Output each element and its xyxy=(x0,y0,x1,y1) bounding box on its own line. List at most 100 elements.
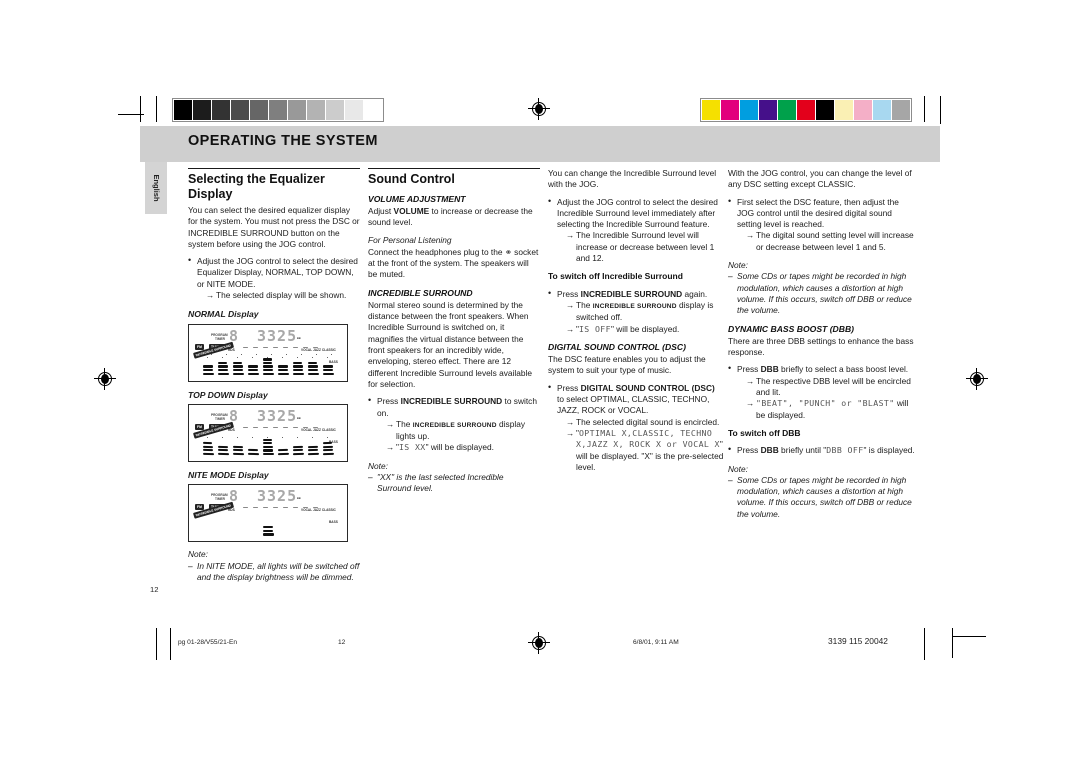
calibration-swatch-5 xyxy=(269,100,287,120)
lcd-eq-dot xyxy=(207,356,209,359)
lcd-eq-baseline: ▬▬ xyxy=(247,539,262,543)
volume-button-name: VOLUME xyxy=(393,205,430,216)
lcd-eq-dot xyxy=(286,353,288,356)
incredible-surround-bullets: Press INCREDIBLE SURROUND to switch on. … xyxy=(368,395,540,454)
lcd-dash-segment xyxy=(293,346,298,348)
lcd-eq-dot xyxy=(241,353,243,356)
lcd-eq-baseline: ▬▬▬▬▬▬▬ xyxy=(203,378,268,382)
list-item: Press INCREDIBLE SURROUND again. The INC… xyxy=(548,288,724,335)
arrow-note: The digital sound setting level will inc… xyxy=(746,230,918,253)
grayscale-calibration-bar xyxy=(172,98,384,122)
calibration-swatch-3 xyxy=(759,100,777,120)
lcd-eq-bar xyxy=(203,365,213,368)
lcd-eq-dot xyxy=(312,356,314,359)
column-2: Sound Control VOLUME ADJUSTMENT Adjust V… xyxy=(368,168,540,495)
calibration-swatch-10 xyxy=(364,100,382,120)
lcd-illustration-normal: PROGRAMTIMER83325■■FMTUNERRDSVOCAL JAZZ … xyxy=(188,323,348,382)
lcd-dash-segment xyxy=(263,346,268,348)
lcd-dash-segment xyxy=(293,426,298,429)
lcd-eq-dot xyxy=(297,356,299,359)
lcd-eq-bar xyxy=(202,441,213,445)
crop-line-left-top xyxy=(140,96,141,122)
equalizer-intro-text: You can select the desired equalizer dis… xyxy=(188,205,360,249)
lcd-readout-dbb-off: DBB OFF xyxy=(826,445,864,456)
calibration-swatch-8 xyxy=(854,100,872,120)
bullet-text: Adjust the JOG control to select the des… xyxy=(197,256,358,289)
lcd-eq-bar xyxy=(263,445,273,449)
lcd-digit-track: 3325 xyxy=(257,406,298,425)
lcd-digit-track: 3325 xyxy=(257,487,298,506)
lcd-eq-dot xyxy=(237,436,239,439)
lcd-eq-bar xyxy=(263,449,274,452)
calibration-swatch-6 xyxy=(288,100,306,120)
lcd-eq-dot xyxy=(297,436,299,439)
lcd-eq-bar xyxy=(263,452,274,456)
crop-line-right-bottom xyxy=(924,628,925,660)
calibration-swatch-9 xyxy=(345,100,363,120)
personal-text-a: Connect the headphones plug to the xyxy=(368,246,505,257)
dsc-button-name: DIGITAL SOUND CONTROL xyxy=(580,382,690,393)
arrow-text-b: " will be displayed. xyxy=(610,323,680,334)
lcd-digit-source: 8 xyxy=(229,326,239,345)
lcd-eq-bar xyxy=(263,369,274,372)
note-block-is: Note: "XX" is the last selected Incredib… xyxy=(368,461,540,495)
note-label: Note: xyxy=(728,463,748,474)
lcd-dash-segment xyxy=(253,507,258,509)
page-header-band: OPERATING THE SYSTEM xyxy=(140,126,940,162)
bullet-text-a: Press xyxy=(737,364,761,375)
lcd-eq-bar xyxy=(323,365,333,368)
lcd-eq-bar xyxy=(218,369,229,372)
lcd-label-track-suffix: ■■ xyxy=(297,496,301,501)
list-item: Press INCREDIBLE SURROUND to switch on. … xyxy=(368,395,540,454)
footer-timestamp: 6/8/01, 9:11 AM xyxy=(633,639,679,646)
lcd-eq-bar xyxy=(277,452,290,456)
bullet-text-b: again. xyxy=(682,288,708,299)
subheading-dbb: DYNAMIC BASS BOOST (DBB) xyxy=(728,323,855,334)
label-nitemode-display: NITE MODE Display xyxy=(188,469,269,480)
bullet-text-b: briefly to select a bass boost level. xyxy=(778,364,909,375)
crop-line-right-vert xyxy=(940,96,941,124)
lcd-label-track-suffix: ■■ xyxy=(297,335,301,340)
lcd-eq-dot xyxy=(252,356,254,359)
calibration-swatch-0 xyxy=(174,100,192,120)
lcd-eq-bar xyxy=(292,452,305,456)
lcd-eq-bar xyxy=(322,449,334,452)
calibration-swatch-2 xyxy=(740,100,758,120)
footer-doc-code: 3139 115 20042 xyxy=(828,636,888,646)
note-text: "XX" is the last selected Incredible Sur… xyxy=(368,472,540,495)
section-heading-equalizer: Selecting the Equalizer Display xyxy=(188,172,325,201)
lcd-eq-bar xyxy=(233,361,243,365)
dbb-bullets: Press DBB briefly to select a bass boost… xyxy=(728,363,918,420)
lcd-eq-bar xyxy=(202,445,213,449)
dbb-button-name: DBB xyxy=(760,364,779,375)
lcd-dash-segment xyxy=(293,507,298,509)
list-item: Adjust the JOG control to select the des… xyxy=(548,196,724,265)
note-block-nitemode: Note: In NITE MODE, all lights will be s… xyxy=(188,549,360,583)
subheading-switch-off-dbb: To switch off DBB xyxy=(728,427,801,438)
note-text: In NITE MODE, all lights will be switche… xyxy=(188,561,360,584)
lcd-eq-bar xyxy=(263,361,273,365)
dsc-bullets: Press DIGITAL SOUND CONTROL (DSC) to sel… xyxy=(548,382,724,473)
lcd-eq-bar xyxy=(308,372,319,375)
lcd-readout-dsc-modes: OPTIMAL X,CLASSIC, TECHNO X,JAZZ X, ROCK… xyxy=(576,427,720,450)
is-indicator-name: INCREDIBLE SURROUND xyxy=(412,421,497,429)
label-topdown-display: TOP DOWN Display xyxy=(188,389,268,400)
bullet-text: First select the DSC feature, then adjus… xyxy=(737,196,899,230)
list-item: Press DBB briefly until "DBB OFF" is dis… xyxy=(728,444,918,456)
lcd-label-bass: BASS xyxy=(329,520,338,525)
arrow-note-1: The respective DBB level will be encircl… xyxy=(746,376,918,399)
equalizer-bullet-list: Adjust the JOG control to select the des… xyxy=(188,255,360,301)
list-item: Press DBB briefly to select a bass boost… xyxy=(728,363,918,420)
calibration-swatch-1 xyxy=(721,100,739,120)
note-text: Some CDs or tapes might be recorded in h… xyxy=(728,271,918,316)
arrow-note-2: "IS XX" will be displayed. xyxy=(386,442,540,454)
arrow-text-a: The xyxy=(576,299,593,310)
arrow-note: The Incredible Surround level will incre… xyxy=(566,230,724,264)
switch-off-is-bullets: Press INCREDIBLE SURROUND again. The INC… xyxy=(548,288,724,335)
lcd-eq-bar xyxy=(247,449,259,452)
footer-page: 12 xyxy=(338,639,346,646)
personal-listening-text: Connect the headphones plug to the ⚭ soc… xyxy=(368,247,540,281)
lcd-dash-segment xyxy=(253,346,258,348)
arrow-note-1: The selected digital sound is encircled. xyxy=(566,417,724,429)
switch-off-dbb-bullets: Press DBB briefly until "DBB OFF" is dis… xyxy=(728,444,918,456)
